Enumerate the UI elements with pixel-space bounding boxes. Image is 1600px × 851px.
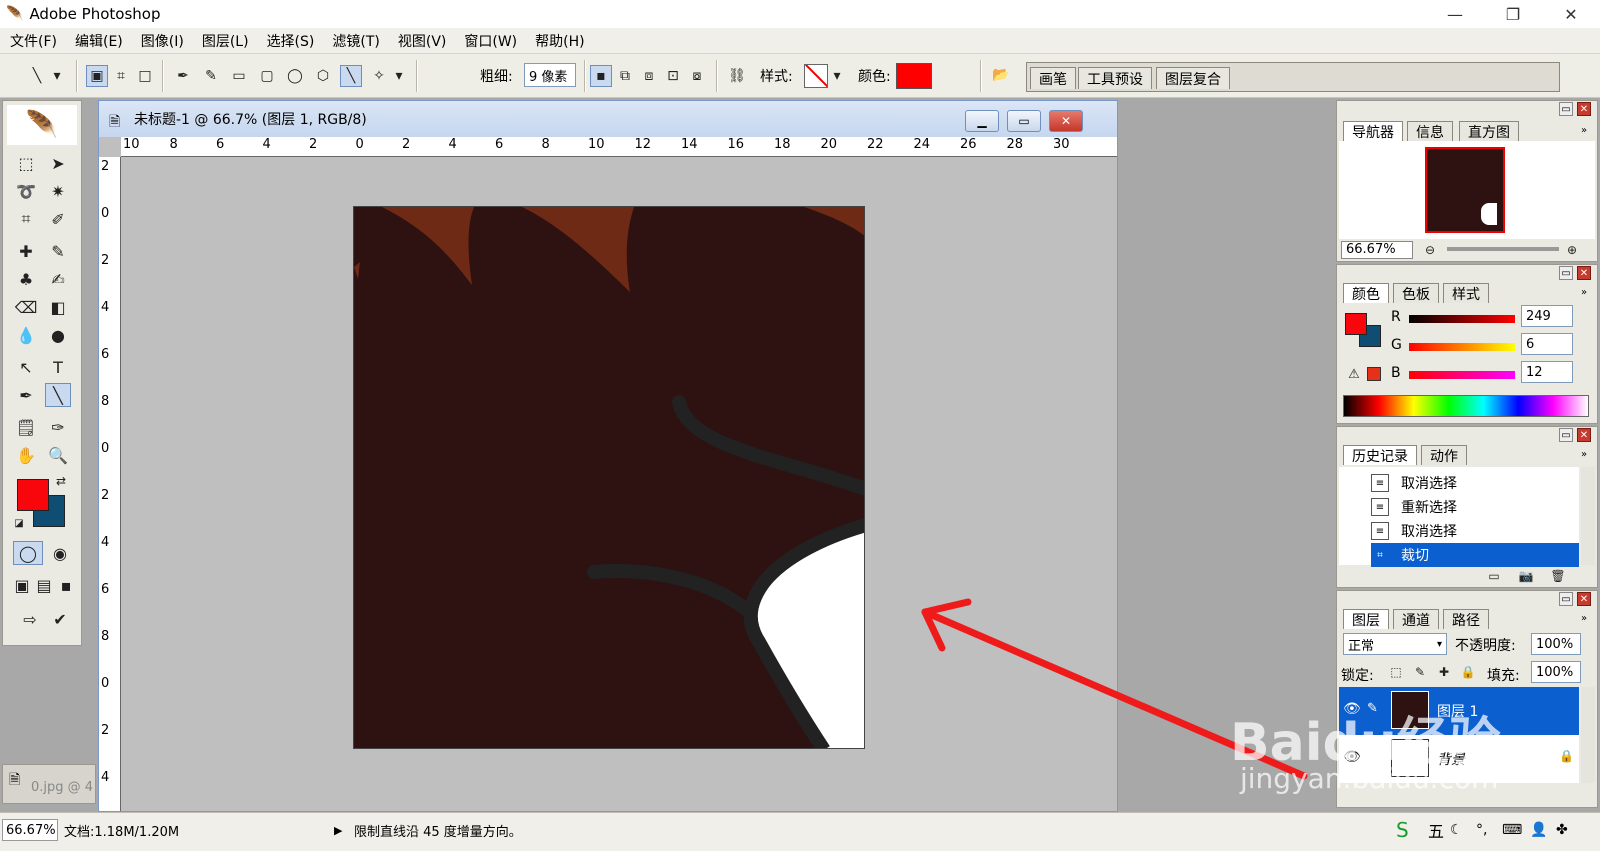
panel-close-icon[interactable]: ✕ [1577, 428, 1591, 442]
tab-info[interactable]: 信息 [1407, 121, 1453, 141]
panel-minimize-icon[interactable]: ▭ [1559, 102, 1573, 116]
zoom-out-icon[interactable]: ⊖ [1419, 239, 1441, 261]
lock-pixels-icon[interactable]: ✎ [1409, 661, 1431, 683]
zoom-in-icon[interactable]: ⊕ [1561, 239, 1583, 261]
channel-r-label: R [1391, 309, 1401, 325]
navigator-thumbnail[interactable] [1425, 147, 1505, 233]
gamut-warning-icon[interactable]: ⚠ [1345, 363, 1363, 385]
crop-state-icon: ⌗ [1371, 546, 1389, 564]
lock-position-icon[interactable]: ✚ [1433, 661, 1455, 683]
channel-g-slider[interactable] [1409, 343, 1515, 351]
new-document-icon[interactable]: ▭ [1483, 565, 1505, 587]
tab-navigator[interactable]: 导航器 [1343, 121, 1403, 141]
tab-histogram[interactable]: 直方图 [1459, 121, 1519, 141]
layers-scrollbar[interactable] [1581, 687, 1595, 783]
lock-transparency-icon[interactable]: ⬚ [1385, 661, 1407, 683]
channel-r-input[interactable]: 249 [1521, 305, 1573, 327]
ime-mode-label[interactable]: 五 [1428, 819, 1444, 841]
tab-layers[interactable]: 图层 [1343, 609, 1389, 629]
tab-actions[interactable]: 动作 [1421, 445, 1467, 465]
navigator-panel: ▭ ✕ 导航器 信息 直方图 » 66.67% ⊖ ⊕ [1336, 100, 1598, 262]
panel-menu-icon[interactable]: » [1577, 285, 1591, 299]
channel-b-label: B [1391, 365, 1401, 381]
history-scrollbar[interactable] [1581, 467, 1595, 565]
history-state-icon: ≡ [1371, 522, 1389, 540]
channel-b-input[interactable]: 12 [1521, 361, 1573, 383]
panel-menu-icon[interactable]: » [1577, 611, 1591, 625]
layer-row[interactable]: 👁 ✎ 图层 1 [1339, 687, 1579, 735]
status-hint: 限制直线沿 45 度增量方向。 [354, 824, 522, 840]
user-icon[interactable]: 👤 [1530, 819, 1547, 841]
eye-icon[interactable]: 👁 [1343, 749, 1361, 765]
eye-icon[interactable]: 👁 [1343, 701, 1361, 717]
status-doc-size: 文档:1.18M/1.20M [64, 824, 180, 840]
lock-label: 锁定: [1341, 668, 1374, 684]
tab-paths[interactable]: 路径 [1443, 609, 1489, 629]
channel-r-slider[interactable] [1409, 315, 1515, 323]
new-snapshot-icon[interactable]: 📷 [1515, 565, 1537, 587]
panel-close-icon[interactable]: ✕ [1577, 266, 1591, 280]
layer-thumbnail [1391, 691, 1429, 729]
tab-history[interactable]: 历史记录 [1343, 445, 1417, 465]
navigator-zoom-slider[interactable] [1447, 247, 1559, 251]
status-zoom[interactable]: 66.67% [2, 819, 58, 841]
layer-thumbnail [1391, 739, 1429, 777]
settings-icon[interactable]: ✤ [1556, 819, 1568, 841]
tab-swatches[interactable]: 色板 [1393, 283, 1439, 303]
blend-mode-select[interactable]: 正常 ▾ [1343, 633, 1447, 655]
fill-label: 填充: [1487, 668, 1520, 684]
tab-channels[interactable]: 通道 [1393, 609, 1439, 629]
tab-styles[interactable]: 样式 [1443, 283, 1489, 303]
moon-icon[interactable]: ☾ [1450, 819, 1463, 841]
brush-link-icon: ✎ [1367, 701, 1378, 716]
layer-name: 图层 1 [1437, 704, 1479, 720]
opacity-input[interactable]: 100% [1531, 633, 1581, 655]
panel-menu-icon[interactable]: » [1577, 123, 1591, 137]
panel-close-icon[interactable]: ✕ [1577, 102, 1591, 116]
history-state-icon: ≡ [1371, 474, 1389, 492]
panel-menu-icon[interactable]: » [1577, 447, 1591, 461]
channel-g-label: G [1391, 337, 1402, 353]
opacity-label: 不透明度: [1455, 638, 1516, 654]
lock-icon: 🔒 [1559, 749, 1574, 763]
navigator-zoom-field[interactable]: 66.67% [1341, 241, 1413, 259]
history-item[interactable]: ≡ 重新选择 [1371, 495, 1571, 519]
channel-b-slider[interactable] [1409, 371, 1515, 379]
color-panel: ▭ ✕ 颜色 色板 样式 » R 249 G 6 B 12 ⚠ [1336, 264, 1598, 424]
fill-input[interactable]: 100% [1531, 661, 1581, 683]
status-arrow-icon[interactable]: ▶ [334, 819, 342, 841]
panel-minimize-icon[interactable]: ▭ [1559, 428, 1573, 442]
channel-g-input[interactable]: 6 [1521, 333, 1573, 355]
status-bar: 66.67% 文档:1.18M/1.20M ▶ 限制直线沿 45 度增量方向。 … [0, 812, 1600, 851]
gamut-swatch[interactable] [1367, 367, 1381, 381]
panel-minimize-icon[interactable]: ▭ [1559, 592, 1573, 606]
panel-minimize-icon[interactable]: ▭ [1559, 266, 1573, 280]
tab-color[interactable]: 颜色 [1343, 283, 1389, 303]
delete-state-icon[interactable]: 🗑 [1547, 565, 1569, 587]
color-spectrum-bar[interactable] [1343, 395, 1589, 417]
panel-close-icon[interactable]: ✕ [1577, 592, 1591, 606]
layer-row[interactable]: 👁 背景 🔒 [1339, 735, 1579, 783]
lock-all-icon[interactable]: 🔒 [1457, 661, 1479, 683]
color-fg-swatch[interactable] [1345, 313, 1367, 335]
layer-name: 背景 [1437, 752, 1465, 768]
layers-panel: ▭ ✕ 图层 通道 路径 » 正常 ▾ 不透明度: 100% 锁定: ⬚ ✎ ✚ … [1336, 590, 1598, 808]
history-item[interactable]: ≡ 取消选择 [1371, 519, 1571, 543]
history-item-active[interactable]: ⌗ 裁切 [1371, 543, 1579, 567]
keyboard-icon[interactable]: ⌨ [1502, 819, 1522, 841]
blend-dropdown-icon: ▾ [1436, 638, 1442, 650]
punctuation-icon[interactable]: °, [1476, 819, 1487, 841]
history-panel: ▭ ✕ 历史记录 动作 » ≡ 取消选择 ≡ 重新选择 ≡ 取消选择 ⌗ 裁切 ▭ 📷 … [1336, 426, 1598, 588]
sogou-ime-icon[interactable]: S [1396, 818, 1409, 842]
history-state-icon: ≡ [1371, 498, 1389, 516]
history-item[interactable]: ≡ 取消选择 [1371, 471, 1571, 495]
